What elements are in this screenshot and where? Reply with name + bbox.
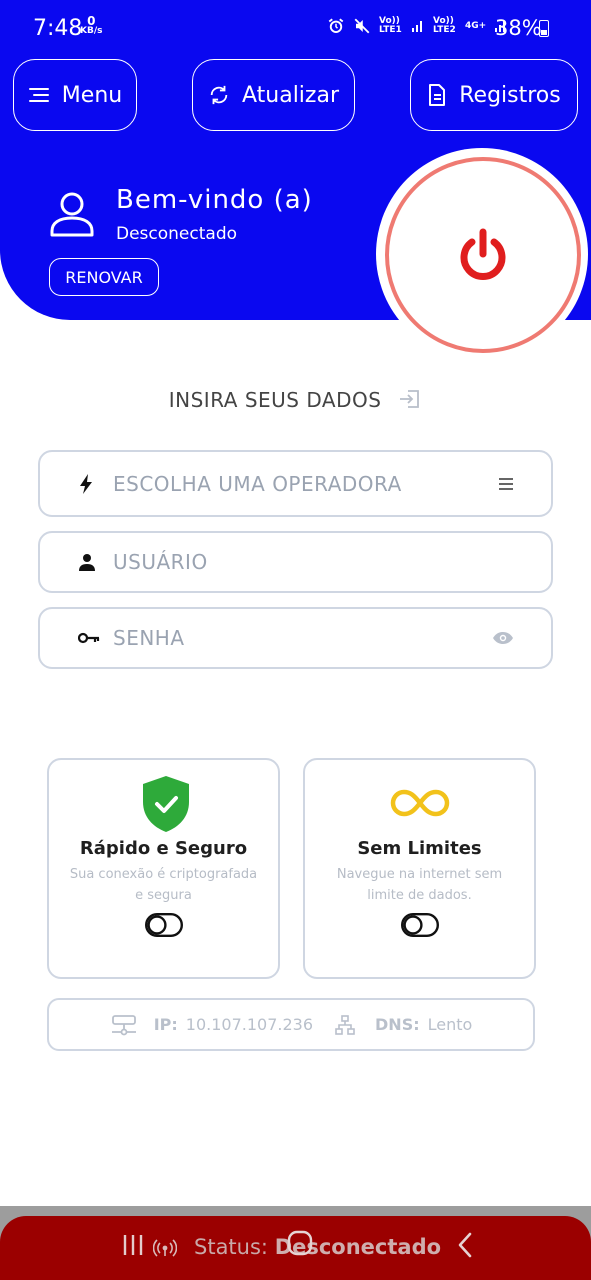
- status-icons: Vo)) LTE1 Vo)) LTE2 4G+: [327, 17, 508, 35]
- lightning-icon: [78, 473, 94, 495]
- recent-apps-icon[interactable]: [122, 1234, 146, 1256]
- ip-label: IP:: [153, 1015, 178, 1034]
- eye-icon[interactable]: [492, 631, 514, 645]
- feature-card-unlimited: Sem Limites Navegue na internet sem limit…: [303, 758, 536, 979]
- operator-select[interactable]: ESCOLHA UMA OPERADORA: [38, 450, 553, 517]
- mute-icon: [354, 18, 370, 34]
- dns-label: DNS:: [375, 1015, 420, 1034]
- status-line: Status: Desconectado: [194, 1235, 441, 1259]
- user-icon: [50, 192, 94, 237]
- menu-icon: [28, 88, 49, 102]
- power-button[interactable]: [385, 157, 581, 353]
- battery-percent: 38%: [495, 16, 542, 40]
- feature-card-title: Sem Limites: [357, 838, 482, 859]
- network-speed: 0 KB/s: [80, 14, 103, 36]
- logs-button-label: Registros: [459, 82, 561, 108]
- infinity-icon: [390, 789, 450, 817]
- signal-icon: [412, 21, 422, 32]
- welcome-title: Bem-vindo (a): [116, 185, 313, 215]
- power-icon: [460, 228, 506, 280]
- password-placeholder: SENHA: [113, 626, 185, 650]
- network-icon: [335, 1014, 355, 1035]
- broadcast-icon: [153, 1239, 177, 1257]
- ip-value: 10.107.107.236: [185, 1015, 314, 1034]
- server-icon: [111, 1014, 136, 1035]
- menu-button[interactable]: Menu: [13, 59, 137, 131]
- system-status-bar: 7:48 0 KB/s Vo)) LTE1 Vo)) LTE2 4G+ 38%: [0, 0, 591, 58]
- dns-value: Lento: [427, 1015, 473, 1034]
- connection-status-text: Desconectado: [116, 224, 238, 244]
- alarm-icon: [328, 18, 344, 33]
- battery-icon: [539, 20, 549, 37]
- password-field[interactable]: SENHA: [38, 607, 553, 669]
- logs-button[interactable]: Registros: [410, 59, 578, 131]
- sim1-label: Vo)) LTE1: [379, 16, 402, 35]
- feature-card-secure: Rápido e Seguro Sua conexão é criptograf…: [47, 758, 280, 979]
- form-section-title: INSIRA SEUS DADOS: [0, 388, 591, 412]
- refresh-button-label: Atualizar: [241, 82, 339, 108]
- back-icon[interactable]: [456, 1232, 474, 1258]
- toggle-switch[interactable]: [400, 913, 439, 937]
- clock: 7:48: [33, 16, 83, 41]
- key-icon: [78, 632, 100, 644]
- toggle-switch[interactable]: [144, 913, 183, 937]
- data-type-label: 4G+: [465, 21, 487, 31]
- connection-info-bar: IP: 10.107.107.236 DNS: Lento: [47, 998, 535, 1051]
- home-icon[interactable]: [286, 1229, 314, 1257]
- menu-button-label: Menu: [61, 82, 123, 108]
- refresh-icon: [210, 85, 228, 105]
- username-placeholder: USUÁRIO: [113, 550, 208, 574]
- feature-card-title: Rápido e Seguro: [79, 838, 248, 859]
- shield-check-icon: [143, 776, 189, 832]
- list-icon: [498, 477, 514, 491]
- sim2-label: Vo)) LTE2: [433, 16, 456, 35]
- person-icon: [78, 553, 96, 571]
- login-icon: [400, 390, 420, 408]
- refresh-button[interactable]: Atualizar: [192, 59, 355, 131]
- status-label: Status:: [194, 1235, 268, 1259]
- feature-card-description: Sua conexão é criptografada e segura: [69, 867, 258, 903]
- username-field[interactable]: USUÁRIO: [38, 531, 553, 593]
- renew-button[interactable]: RENOVAR: [49, 258, 159, 296]
- document-icon: [429, 84, 446, 106]
- feature-card-description: Navegue na internet sem limite de dados.: [336, 867, 503, 903]
- operator-select-placeholder: ESCOLHA UMA OPERADORA: [113, 471, 402, 496]
